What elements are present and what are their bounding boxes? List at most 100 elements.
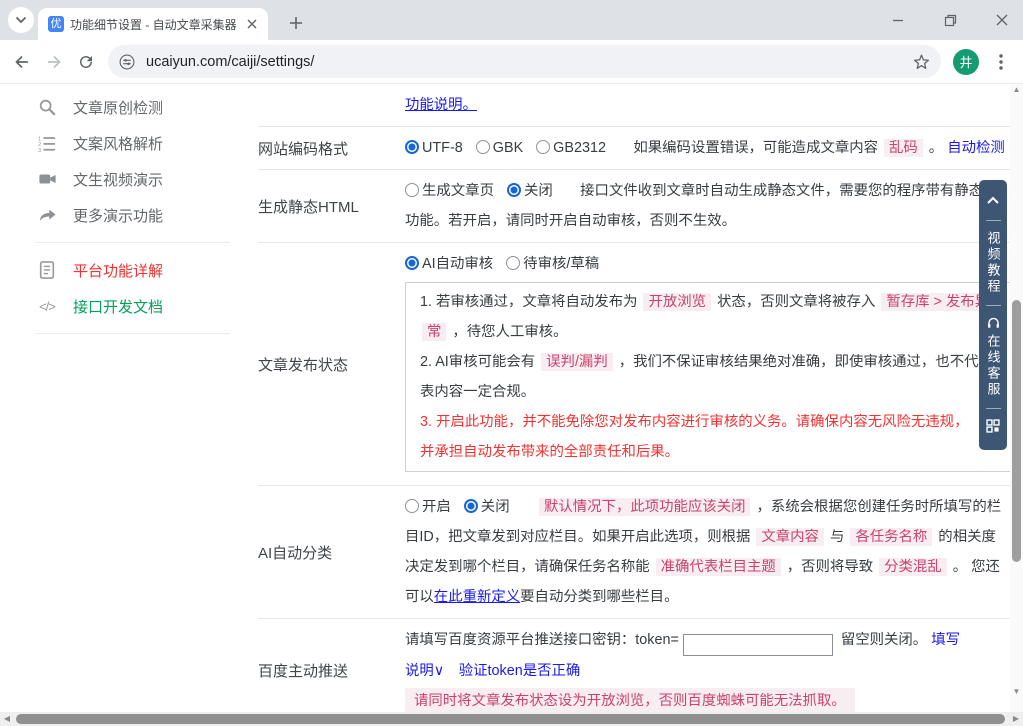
link[interactable]: 填写 xyxy=(931,632,960,648)
sidebar-item-label: 接口开发文档 xyxy=(73,298,164,316)
inline-highlight: 开放浏览 xyxy=(643,293,712,311)
radio-icon xyxy=(536,140,551,154)
reload-button[interactable] xyxy=(70,46,102,78)
new-tab-button[interactable] xyxy=(282,9,310,37)
sidebar-divider xyxy=(35,242,230,243)
sidebar-item[interactable]: 平台功能详解 xyxy=(0,252,258,288)
text-span: 与 xyxy=(825,529,849,545)
video-tutorial-tab[interactable]: 视频教程 xyxy=(984,231,1003,295)
radio-option[interactable]: 生成文章页 xyxy=(405,183,494,199)
radio-option[interactable]: 开启 xyxy=(405,499,451,515)
settings-table: 功能说明。 网站编码格式 UTF-8 GBK GB2312 如果编码设置错误，可能造成文… xyxy=(258,84,1012,726)
radio-option[interactable]: 关闭 xyxy=(506,183,553,199)
radio-icon xyxy=(405,183,419,197)
link[interactable]: 自动检测 xyxy=(947,140,1005,156)
text-span: 请填写百度资源平台推送接口密钥：token= xyxy=(405,632,679,648)
online-service-tab[interactable]: 在线客服 xyxy=(984,334,1003,398)
text-span: 。 xyxy=(924,140,948,156)
radio-option[interactable]: 关闭 xyxy=(463,499,510,515)
warning-text: 3. 开启此功能，并不能免除您对发布内容进行审核的义务。请确保内容无风险无违规， xyxy=(420,414,969,430)
horizontal-scrollbar-thumb[interactable] xyxy=(16,714,1005,724)
inline-highlight: 各任务名称 xyxy=(850,528,933,546)
text-span: 接口文件收到文章时自动生成静态文件，需要您的程序带有静态 xyxy=(565,183,984,199)
notice-box: 1. 若审核通过，文章将自动发布为 开放浏览 状态，否则文章将被存入 暂存库 >… xyxy=(405,282,1012,472)
sidebar-item[interactable]: 文生视频演示 xyxy=(0,161,258,197)
radio-icon xyxy=(405,256,419,270)
link[interactable]: 验证token是否正确 xyxy=(459,663,581,679)
back-button[interactable] xyxy=(6,46,38,78)
qr-code-button[interactable] xyxy=(986,417,1000,440)
text-span: 可以 xyxy=(405,589,434,605)
divider xyxy=(985,305,1001,306)
tab-close-button[interactable] xyxy=(244,16,260,32)
setting-label: 百度主动推送 xyxy=(258,662,349,680)
settings-row: 网站编码格式 UTF-8 GBK GB2312 如果编码设置错误，可能造成文章内容 乱… xyxy=(258,127,1012,170)
radio-option[interactable]: 待审核/草稿 xyxy=(506,256,599,272)
tab-favicon: 优 xyxy=(48,16,64,32)
text-span: 要自动分类到哪些栏目。 xyxy=(520,589,679,605)
text-span: 留空则关闭。 xyxy=(836,632,932,648)
scroll-right-arrow[interactable]: ▶ xyxy=(1009,712,1023,726)
radio-option[interactable]: AI自动审核 xyxy=(405,256,493,272)
link[interactable]: 在此重新定义 xyxy=(434,589,520,605)
browser-menu-button[interactable] xyxy=(985,46,1017,78)
profile-avatar-button[interactable]: 井 xyxy=(953,48,979,75)
text-span: 如果编码设置错误，可能造成文章内容 xyxy=(618,140,883,156)
scroll-up-arrow[interactable]: ▲ xyxy=(1010,84,1023,96)
sidebar-item[interactable]: 1 2 3 文案风格解析 xyxy=(0,125,258,161)
back-to-top-button[interactable] xyxy=(986,190,1000,212)
close-button[interactable] xyxy=(989,7,1015,33)
sidebar-item[interactable]: </> 接口开发文档 xyxy=(0,288,258,324)
restore-button[interactable] xyxy=(937,7,963,33)
sidebar-item[interactable]: 文章原创检测 xyxy=(0,89,258,125)
text-span xyxy=(523,499,537,515)
radio-label: GBK xyxy=(492,140,524,156)
radio-label: 生成文章页 xyxy=(422,183,494,199)
setting-label: 生成静态HTML xyxy=(258,198,359,216)
scroll-down-arrow[interactable]: ▼ xyxy=(1010,686,1023,698)
text-span: ，待您人工审核。 xyxy=(448,324,568,340)
minimize-button[interactable] xyxy=(885,7,911,33)
numbered-list-icon: 123 xyxy=(37,134,57,152)
tab-search-button[interactable] xyxy=(8,7,34,33)
link[interactable]: 功能说明。 xyxy=(405,97,477,113)
floating-toolbar: 视频教程 在线客服 xyxy=(979,180,1007,450)
horizontal-scrollbar[interactable]: ◀ ▶ xyxy=(0,712,1023,726)
document-icon xyxy=(37,261,57,279)
browser-toolbar: ucaiyun.com/caiji/settings/ 井 xyxy=(0,40,1023,84)
vertical-scrollbar-thumb[interactable] xyxy=(1012,300,1021,562)
site-settings-icon[interactable] xyxy=(118,53,136,71)
inline-highlight: 暂存库 > 发布异 xyxy=(881,293,995,311)
omnibox[interactable]: ucaiyun.com/caiji/settings/ xyxy=(108,45,941,78)
forward-button[interactable] xyxy=(38,46,70,78)
token-input[interactable] xyxy=(682,633,833,656)
sidebar-item[interactable]: 更多演示功能 xyxy=(0,197,258,233)
text-span: 决定发到哪个栏目，请确保任务名称能 xyxy=(405,559,654,575)
radio-option[interactable]: GB2312 xyxy=(536,140,606,156)
divider xyxy=(985,408,1001,409)
radio-label: 待审核/草稿 xyxy=(523,256,600,272)
sidebar-item-label: 更多演示功能 xyxy=(73,207,164,225)
chevron-down-icon xyxy=(15,11,27,29)
radio-option[interactable]: GBK xyxy=(475,140,524,156)
text-span: 目ID，把文章发到对应栏目。如果开启此选项，则根据 xyxy=(405,529,755,545)
browser-tab[interactable]: 优 功能细节设置 - 自动文章采集器 xyxy=(38,8,268,40)
vertical-scrollbar[interactable]: ▲ ▼ xyxy=(1010,84,1023,712)
radio-option[interactable]: UTF-8 xyxy=(405,140,463,156)
bookmark-star-button[interactable] xyxy=(912,52,931,71)
link[interactable]: 说明∨ xyxy=(405,663,444,679)
headset-icon xyxy=(986,314,1001,332)
inline-highlight: 分类混乱 xyxy=(879,558,947,576)
sidebar-item-label: 文案风格解析 xyxy=(73,135,164,153)
sidebar-item-label: 文生视频演示 xyxy=(73,171,164,189)
sidebar-menu: 文章原创检测 1 2 3 文案风格解析 文生视频演示 更多演示功能平台功能详解 </> 接口开发… xyxy=(0,84,258,726)
setting-label: AI自动分类 xyxy=(258,544,333,562)
url-text[interactable]: ucaiyun.com/caiji/settings/ xyxy=(146,54,912,70)
inline-highlight: 默认情况下，此项功能应该关闭 xyxy=(539,498,751,516)
scroll-left-arrow[interactable]: ◀ xyxy=(0,712,14,726)
settings-row: AI自动分类 开启 关闭 默认情况下，此项功能应该关闭 ，系统会根据您创建任务时所填… xyxy=(258,486,1012,619)
video-camera-icon xyxy=(37,170,57,188)
inline-highlight: 误判/漏判 xyxy=(541,353,613,371)
radio-label: GB2312 xyxy=(553,140,606,156)
code-icon: </> xyxy=(39,298,56,314)
